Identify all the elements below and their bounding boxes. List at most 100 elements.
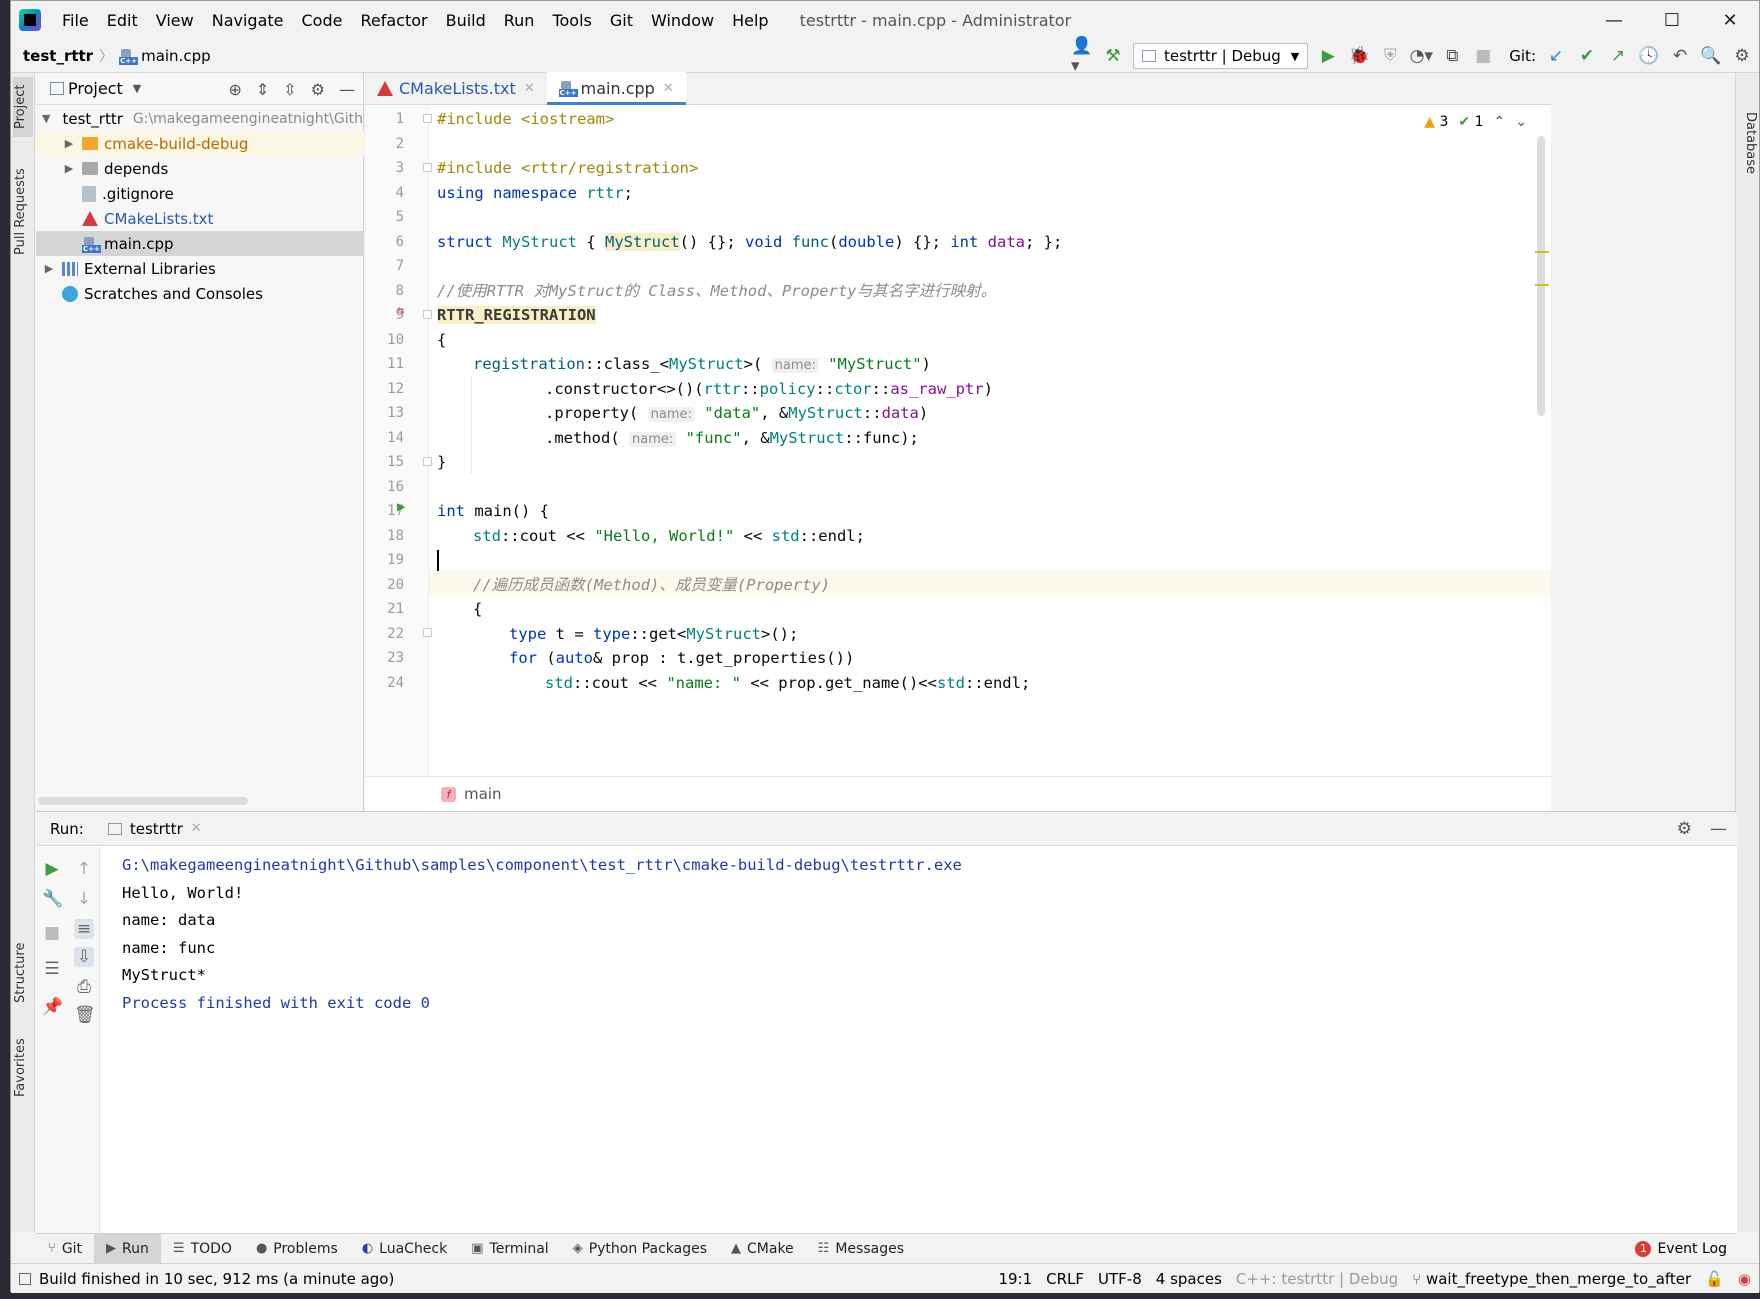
fold-marker-icon[interactable] xyxy=(423,114,432,123)
weak-warning-count[interactable]: ✔ 1 xyxy=(1458,114,1483,130)
git-branch-widget[interactable]: ⑂ wait_freetype_then_merge_to_after xyxy=(1412,1270,1691,1288)
status-panel-toggle-icon[interactable] xyxy=(19,1272,31,1285)
settings-gear-icon[interactable]: ⚙ xyxy=(1731,45,1753,67)
git-update-icon[interactable]: ↙ xyxy=(1545,45,1567,67)
resolve-context[interactable]: C++: testrttr | Debug xyxy=(1236,1270,1398,1288)
line-separator[interactable]: CRLF xyxy=(1046,1270,1084,1288)
git-push-icon[interactable]: ↗ xyxy=(1607,45,1629,67)
fold-marker-icon[interactable] xyxy=(423,628,432,637)
tree-item-scratches[interactable]: Scratches and Consoles xyxy=(36,281,364,306)
close-window-button[interactable]: ✕ xyxy=(1701,1,1759,39)
fold-marker-icon[interactable] xyxy=(423,163,432,172)
fold-marker-icon[interactable] xyxy=(423,457,432,466)
close-icon[interactable]: ✕ xyxy=(191,821,202,836)
run-settings-gear-icon[interactable]: ⚙ xyxy=(1677,819,1692,839)
run-gutter-icon[interactable]: ▶ xyxy=(397,499,405,515)
tool-window-python-packages[interactable]: ◈ Python Packages xyxy=(561,1234,719,1264)
fold-marker-icon[interactable] xyxy=(423,310,432,319)
menu-view[interactable]: View xyxy=(147,11,203,30)
tool-window-git[interactable]: ⑂ Git xyxy=(36,1234,94,1264)
wrench-icon[interactable]: 🔧 xyxy=(42,889,63,909)
vertical-scrollbar[interactable] xyxy=(1537,136,1545,416)
build-hammer-icon[interactable]: ⚒ xyxy=(1102,45,1124,67)
warning-count[interactable]: ▲ 3 xyxy=(1424,114,1448,130)
tree-item-cmake-build-debug[interactable]: ▶ cmake-build-debug xyxy=(36,131,364,156)
rerun-icon[interactable]: ▶ xyxy=(42,859,62,879)
attach-debugger-icon[interactable]: ⧉ xyxy=(1441,45,1463,67)
hide-panel-icon[interactable]: — xyxy=(1710,819,1727,839)
menu-navigate[interactable]: Navigate xyxy=(203,11,293,30)
breadcrumb-file[interactable]: main.cpp xyxy=(141,47,211,65)
tree-item-project-root[interactable]: ▼ test_rttr G:\makegameengineatnight\Git… xyxy=(36,106,364,131)
caret-position[interactable]: 19:1 xyxy=(998,1270,1032,1288)
tree-item-depends[interactable]: ▶ depends xyxy=(36,156,364,181)
tab-main-cpp[interactable]: main.cpp ✕ xyxy=(546,72,686,105)
menu-tools[interactable]: Tools xyxy=(543,11,600,30)
chevron-right-icon[interactable]: ▶ xyxy=(62,162,76,175)
chevron-right-icon[interactable]: ▶ xyxy=(62,137,76,150)
status-message[interactable]: Build finished in 10 sec, 912 ms (a minu… xyxy=(39,1270,394,1288)
arrow-up-icon[interactable]: ↑ xyxy=(74,859,94,879)
next-highlight-icon[interactable]: ⌄ xyxy=(1515,114,1527,130)
arrow-down-icon[interactable]: ↓ xyxy=(74,889,94,909)
hide-panel-icon[interactable]: — xyxy=(339,80,355,99)
code-area[interactable]: 1 2 3 4 5 6 7 8 9 10 11 12 13 14 15 16 1… xyxy=(365,106,1551,776)
pull-requests-tool-tab[interactable]: Pull Requests xyxy=(13,157,33,267)
menu-git[interactable]: Git xyxy=(601,11,642,30)
menu-run[interactable]: Run xyxy=(495,11,544,30)
editor-breadcrumb-function[interactable]: main xyxy=(464,785,501,803)
tool-window-run[interactable]: ▶ Run xyxy=(94,1233,161,1264)
tool-window-problems[interactable]: ● Problems xyxy=(244,1234,350,1264)
user-icon[interactable]: 👤▾ xyxy=(1071,36,1093,76)
trash-icon[interactable]: 🗑 xyxy=(74,1005,96,1025)
stop-icon[interactable]: ■ xyxy=(1472,45,1494,67)
console-output[interactable]: G:\makegameengineatnight\Github\samples\… xyxy=(122,852,962,1017)
maximize-button[interactable]: ☐ xyxy=(1643,1,1701,39)
file-encoding[interactable]: UTF-8 xyxy=(1098,1270,1142,1288)
menu-window[interactable]: Window xyxy=(642,11,723,30)
chevron-down-icon[interactable]: ▼ xyxy=(133,82,141,95)
menu-build[interactable]: Build xyxy=(437,11,495,30)
menu-help[interactable]: Help xyxy=(723,11,777,30)
run-configuration-select[interactable]: testrttr | Debug ▼ xyxy=(1132,43,1309,69)
implementation-arrows-icon[interactable]: ⇆ xyxy=(397,303,404,317)
lock-icon[interactable]: 🔓 xyxy=(1705,1270,1724,1288)
tree-item-external-libraries[interactable]: ▶ External Libraries xyxy=(36,256,364,281)
tool-window-messages[interactable]: ☷ Messages xyxy=(806,1234,916,1264)
favorites-tool-tab[interactable]: Favorites xyxy=(13,1028,33,1108)
event-log-button[interactable]: 1 Event Log xyxy=(1635,1234,1727,1264)
breadcrumb-project[interactable]: test_rttr xyxy=(23,47,93,65)
panel-settings-gear-icon[interactable]: ⚙ xyxy=(311,80,325,99)
expand-all-icon[interactable]: ⇕ xyxy=(256,80,269,99)
tree-item-cmakelists[interactable]: CMakeLists.txt xyxy=(36,206,364,231)
history-clock-icon[interactable]: 🕓 xyxy=(1638,45,1660,67)
menu-refactor[interactable]: Refactor xyxy=(351,11,436,30)
menu-file[interactable]: File xyxy=(53,11,98,30)
notification-icon[interactable]: ◉ xyxy=(1738,1270,1751,1288)
print-icon[interactable]: ⎙ xyxy=(74,977,94,997)
chevron-down-icon[interactable]: ▼ xyxy=(42,112,50,125)
minimize-button[interactable]: — xyxy=(1585,1,1643,39)
run-icon[interactable]: ▶ xyxy=(1317,45,1339,67)
coverage-icon[interactable]: ⛨ xyxy=(1379,45,1401,67)
menu-code[interactable]: Code xyxy=(293,11,352,30)
pin-icon[interactable]: 📌 xyxy=(42,997,63,1017)
menu-edit[interactable]: Edit xyxy=(98,11,147,30)
scroll-to-end-icon[interactable]: ⇩ xyxy=(74,947,94,967)
database-tool-tab[interactable]: Database xyxy=(1738,103,1758,183)
tool-window-terminal[interactable]: ▣ Terminal xyxy=(459,1234,560,1264)
close-icon[interactable]: ✕ xyxy=(663,81,674,96)
search-icon[interactable]: 🔍 xyxy=(1700,45,1722,67)
warning-stripe-marker[interactable] xyxy=(1535,251,1549,253)
inspection-widget[interactable]: ▲ 3 ✔ 1 ⌃ ⌄ xyxy=(1424,114,1527,130)
collapse-all-icon[interactable]: ⇳ xyxy=(283,80,296,99)
debug-bug-icon[interactable]: 🐞 xyxy=(1348,45,1370,67)
structure-tool-tab[interactable]: Structure xyxy=(13,933,33,1013)
rollback-icon[interactable]: ↶ xyxy=(1669,45,1691,67)
profiler-icon[interactable]: ◔▾ xyxy=(1410,45,1433,67)
indent-setting[interactable]: 4 spaces xyxy=(1156,1270,1222,1288)
previous-highlight-icon[interactable]: ⌃ xyxy=(1494,114,1506,130)
project-view-select[interactable]: Project xyxy=(68,79,123,98)
close-icon[interactable]: ✕ xyxy=(524,81,535,96)
tree-item-main-cpp[interactable]: main.cpp xyxy=(36,231,364,256)
